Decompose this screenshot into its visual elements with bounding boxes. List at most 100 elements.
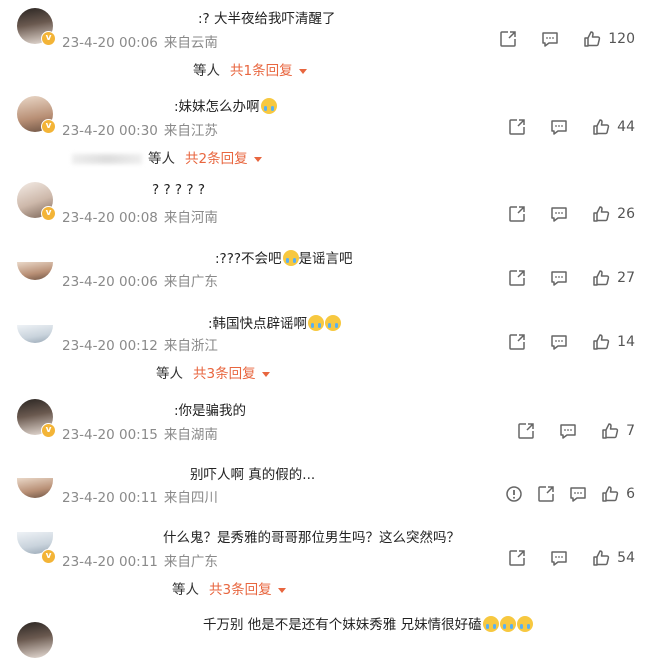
comment-date: 23-4-20 00:15 — [62, 427, 158, 443]
crying-emoji-icon — [308, 315, 325, 331]
crying-emoji-icon — [325, 315, 342, 331]
like-icon[interactable] — [591, 204, 613, 224]
comment-icon[interactable] — [549, 268, 571, 288]
like-count: 120 — [608, 31, 635, 47]
verified-badge: v — [41, 549, 56, 564]
share-icon[interactable] — [507, 268, 529, 288]
share-icon[interactable] — [507, 204, 529, 224]
comment-date: 23-4-20 00:06 — [62, 274, 158, 290]
comment-text: 别吓人啊 真的假的... — [190, 467, 316, 483]
like-icon[interactable] — [600, 484, 622, 504]
comment-icon[interactable] — [540, 29, 562, 49]
crying-emoji-icon — [499, 616, 516, 632]
chevron-down-icon — [277, 587, 286, 593]
comment-actions: 44 — [507, 117, 635, 137]
avatar[interactable] — [17, 325, 53, 343]
avatar[interactable] — [17, 478, 53, 498]
comment-icon[interactable] — [549, 204, 571, 224]
comment-meta: 23-4-20 00:11 来自四川 — [62, 486, 218, 506]
comment-text: :? 大半夜给我吓清醒了 — [198, 11, 336, 27]
comment-date: 23-4-20 00:11 — [62, 554, 158, 570]
like-icon[interactable] — [591, 548, 613, 568]
reply-more-link[interactable]: 共1条回复 — [230, 63, 293, 79]
comment-actions: 27 — [507, 268, 635, 288]
crying-emoji-icon — [516, 616, 533, 632]
avatar[interactable] — [17, 262, 53, 280]
comment-text: 千万别 他是不是还有个妹妹秀雅 兄妹情很好磕 — [203, 613, 533, 633]
reply-users: 等人 — [156, 366, 183, 382]
comment-date: 23-4-20 00:11 — [62, 490, 158, 506]
comment-location: 来自广东 — [163, 554, 218, 570]
verified-badge: v — [41, 206, 56, 221]
comment-date: 23-4-20 00:30 — [62, 123, 158, 139]
reply-users: 等人 — [172, 582, 199, 598]
like-icon[interactable] — [600, 421, 622, 441]
reply-more-link[interactable]: 共2条回复 — [185, 151, 248, 167]
verified-badge: v — [41, 31, 56, 46]
comment-location: 来自河南 — [163, 210, 218, 226]
comment-text: 什么鬼？是秀雅的哥哥那位男生吗？这么突然吗？ — [163, 530, 460, 546]
reply-summary[interactable]: 等人 共2条回复 — [72, 147, 262, 167]
comment-text: :你是骗我的 — [174, 403, 247, 419]
reply-summary[interactable]: 等人 共3条回复 — [172, 578, 286, 598]
like-icon[interactable] — [582, 29, 604, 49]
comment-date: 23-4-20 00:12 — [62, 338, 158, 354]
share-icon[interactable] — [536, 484, 558, 504]
share-icon[interactable] — [516, 421, 538, 441]
comment-actions: 7 — [516, 421, 635, 441]
like-count: 14 — [617, 334, 635, 350]
verified-badge: v — [41, 423, 56, 438]
comment-text: :妹妹怎么办啊 — [174, 95, 277, 115]
comment-location: 来自四川 — [163, 490, 218, 506]
comment-icon[interactable] — [558, 421, 580, 441]
comment-icon[interactable] — [549, 332, 571, 352]
comment-location: 来自云南 — [163, 35, 218, 51]
share-icon[interactable] — [507, 332, 529, 352]
comment-location: 来自浙江 — [163, 338, 218, 354]
comment-meta: 23-4-20 00:15 来自湖南 — [62, 423, 218, 443]
reply-more-link[interactable]: 共3条回复 — [209, 582, 272, 598]
worried-emoji-icon — [282, 250, 299, 266]
comment-icon[interactable] — [568, 484, 590, 504]
redacted-name — [72, 154, 142, 164]
chevron-down-icon — [298, 68, 307, 74]
comment-actions: 120 — [498, 29, 635, 49]
chevron-down-icon — [253, 156, 262, 162]
comment-meta: 23-4-20 00:12 来自浙江 — [62, 334, 218, 354]
share-icon[interactable] — [498, 29, 520, 49]
chevron-down-icon — [261, 371, 270, 377]
avatar[interactable] — [17, 622, 53, 658]
comment-location: 来自江苏 — [163, 123, 218, 139]
like-icon[interactable] — [591, 117, 613, 137]
comment-icon[interactable] — [549, 548, 571, 568]
comment-meta: 23-4-20 00:06 来自云南 — [62, 31, 218, 51]
comment-text: :韩国快点辟谣啊 — [208, 312, 342, 332]
reply-summary[interactable]: 等人 共3条回复 — [156, 362, 270, 382]
comment-location: 来自湖南 — [163, 427, 218, 443]
share-icon[interactable] — [507, 117, 529, 137]
like-count: 26 — [617, 206, 635, 222]
comment-text: ? ? ? ? ? — [152, 182, 205, 198]
comment-meta: 23-4-20 00:30 来自江苏 — [62, 119, 218, 139]
like-count: 44 — [617, 119, 635, 135]
comment-actions: 6 — [504, 484, 635, 504]
comment-meta: 23-4-20 00:08 来自河南 — [62, 206, 218, 226]
reply-summary[interactable]: 等人 共1条回复 — [193, 59, 307, 79]
like-count: 6 — [626, 486, 635, 502]
like-icon[interactable] — [591, 332, 613, 352]
like-count: 54 — [617, 550, 635, 566]
crying-emoji-icon — [482, 616, 499, 632]
like-icon[interactable] — [591, 268, 613, 288]
reply-users: 等人 — [148, 151, 175, 167]
share-icon[interactable] — [507, 548, 529, 568]
like-count: 7 — [626, 423, 635, 439]
reply-more-link[interactable]: 共3条回复 — [193, 366, 256, 382]
verified-badge: v — [41, 119, 56, 134]
comment-actions: 26 — [507, 204, 635, 224]
crying-emoji-icon — [260, 98, 277, 114]
comment-date: 23-4-20 00:08 — [62, 210, 158, 226]
report-icon[interactable] — [504, 484, 526, 504]
like-count: 27 — [617, 270, 635, 286]
comment-text: :???不会吧 是谣言吧 — [215, 250, 353, 267]
comment-icon[interactable] — [549, 117, 571, 137]
